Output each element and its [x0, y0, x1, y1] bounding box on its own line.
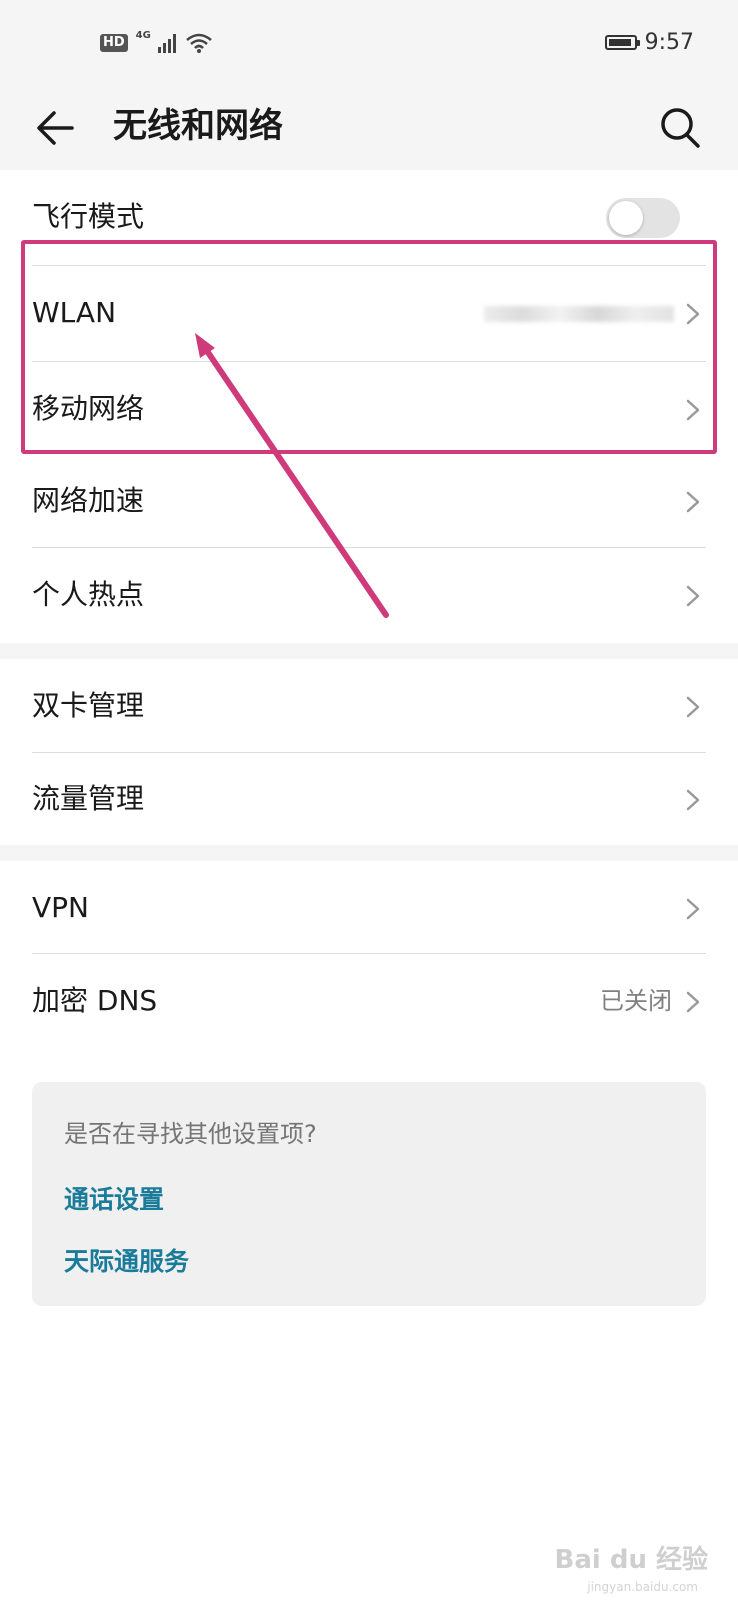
- baidu-watermark: Bai du 经验: [554, 1545, 709, 1575]
- annotation-arrow-icon: [195, 333, 389, 618]
- baidu-watermark-url: jingyan.baidu.com: [587, 1580, 698, 1594]
